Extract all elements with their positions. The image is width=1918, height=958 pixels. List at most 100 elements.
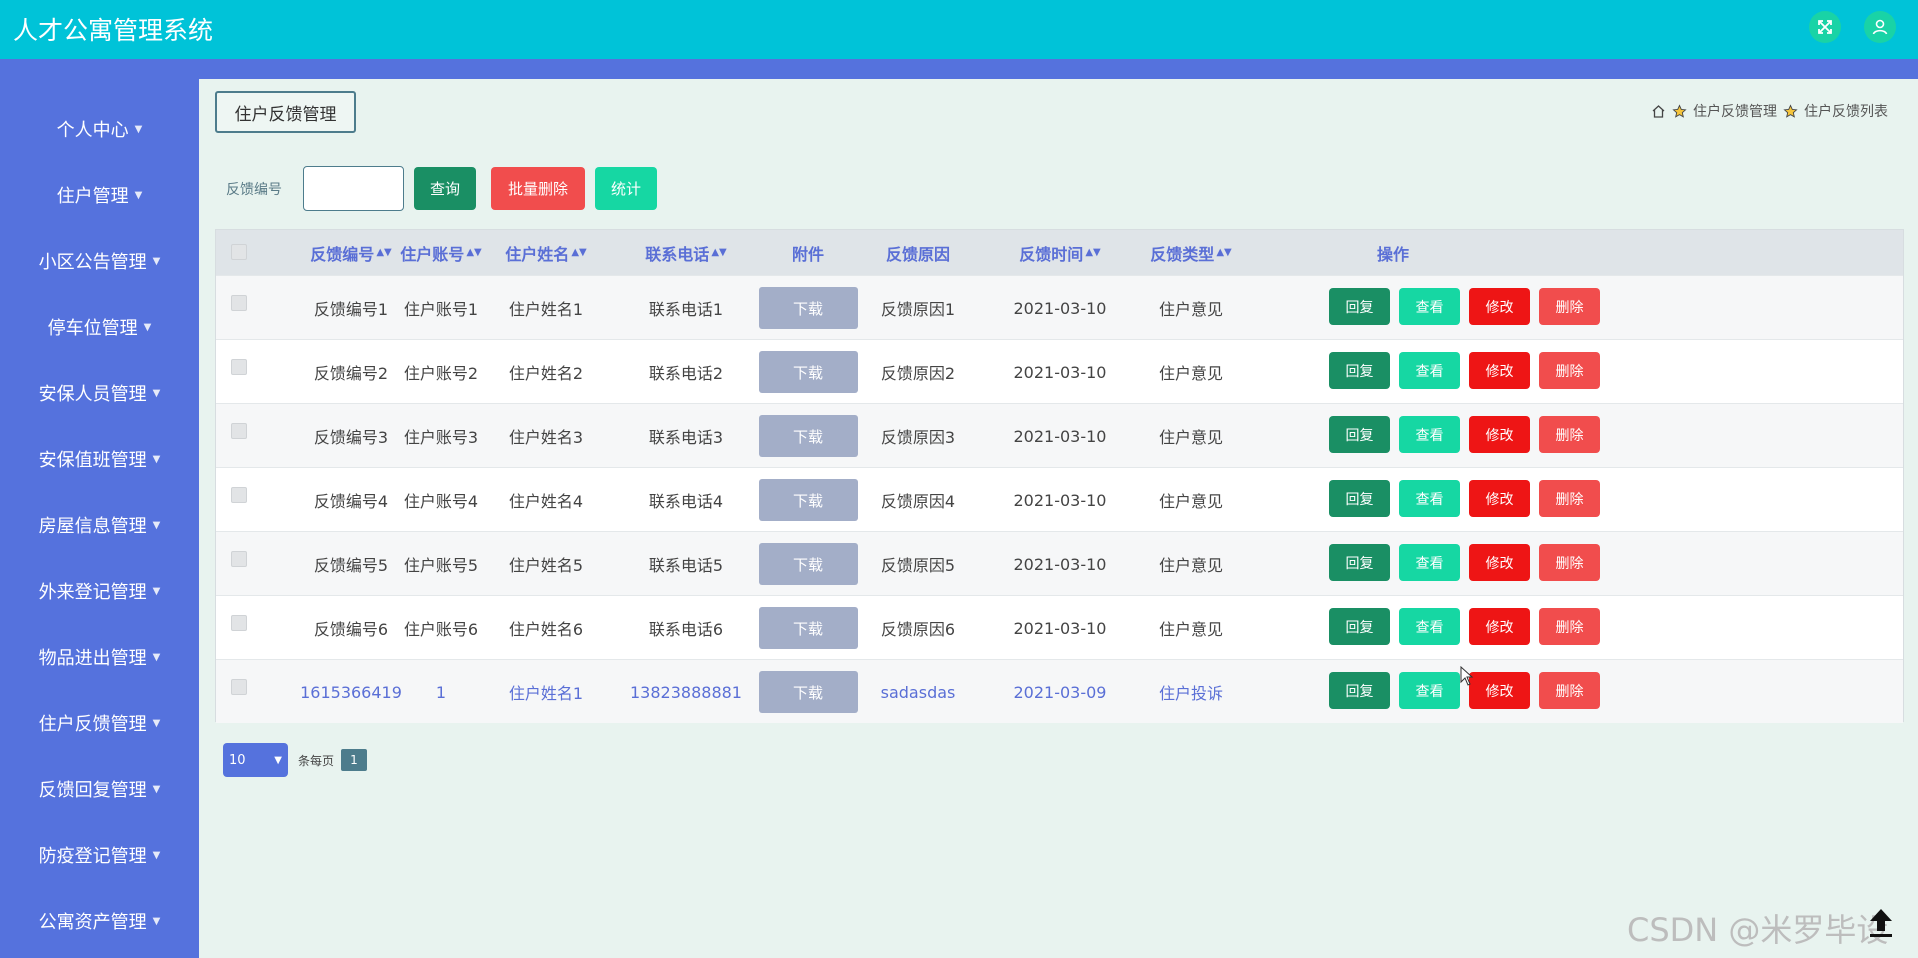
edit-button[interactable]: 修改 [1469, 608, 1530, 645]
download-button[interactable]: 下载 [758, 671, 858, 713]
header-name[interactable]: 住户姓名 ▲▼ [496, 230, 596, 275]
stats-button[interactable]: 统计 [595, 167, 657, 210]
row-checkbox[interactable] [231, 487, 247, 503]
header-account[interactable]: 住户账号 ▲▼ [391, 230, 491, 275]
row-checkbox[interactable] [231, 551, 247, 567]
view-button[interactable]: 查看 [1399, 544, 1460, 581]
sidebar-item[interactable]: 公寓资产管理 ▼ [0, 901, 199, 941]
sidebar-item[interactable]: 物品进出管理 ▼ [0, 637, 199, 677]
header-time[interactable]: 反馈时间 ▲▼ [1000, 230, 1120, 275]
header-type-label: 反馈类型 [1150, 244, 1215, 264]
breadcrumb-item-0[interactable]: 住户反馈管理 [1693, 101, 1777, 121]
view-button[interactable]: 查看 [1399, 480, 1460, 517]
sidebar-item-label: 住户管理 [56, 186, 129, 207]
view-button[interactable]: 查看 [1399, 608, 1460, 645]
sidebar-item[interactable]: 外来登记管理 ▼ [0, 571, 199, 611]
sidebar-item[interactable]: 住户反馈管理 ▼ [0, 703, 199, 743]
cell-attachment: 下载 [758, 596, 858, 660]
sidebar-item[interactable]: 防疫登记管理 ▼ [0, 835, 199, 875]
reply-button[interactable]: 回复 [1329, 288, 1390, 325]
per-page-label: 条每页 [298, 754, 335, 768]
view-button[interactable]: 查看 [1399, 352, 1460, 389]
sort-icon: ▲▼ [571, 247, 587, 258]
page-number-button[interactable]: 1 [341, 749, 367, 771]
sidebar-item-label: 个人中心 [56, 120, 129, 141]
download-button[interactable]: 下载 [758, 415, 858, 457]
cell-attachment: 下载 [758, 340, 858, 404]
view-button[interactable]: 查看 [1399, 416, 1460, 453]
cell-phone: 13823888881 [630, 682, 742, 702]
edit-button[interactable]: 修改 [1469, 544, 1530, 581]
sidebar-item[interactable]: 停车位管理 ▼ [0, 307, 199, 347]
caret-down-icon: ▼ [143, 321, 152, 333]
download-button[interactable]: 下载 [758, 287, 858, 329]
sidebar-item[interactable]: 住户管理 ▼ [0, 175, 199, 215]
select-all-checkbox[interactable] [231, 244, 247, 260]
delete-button[interactable]: 删除 [1539, 416, 1600, 453]
sidebar-item[interactable]: 个人中心 ▼ [0, 109, 199, 149]
edit-button[interactable]: 修改 [1469, 416, 1530, 453]
row-checkbox[interactable] [231, 359, 247, 375]
sidebar-item-label: 住户反馈管理 [38, 714, 147, 735]
cell-account: 住户账号1 [403, 300, 479, 319]
reply-button[interactable]: 回复 [1329, 352, 1390, 389]
sidebar-item[interactable]: 安保值班管理 ▼ [0, 439, 199, 479]
user-icon [1872, 19, 1888, 35]
reply-button[interactable]: 回复 [1329, 672, 1390, 709]
row-checkbox[interactable] [231, 423, 247, 439]
edit-button[interactable]: 修改 [1469, 480, 1530, 517]
query-button[interactable]: 查询 [414, 167, 476, 210]
delete-button[interactable]: 删除 [1539, 544, 1600, 581]
header-type[interactable]: 反馈类型 ▲▼ [1131, 230, 1251, 275]
header-time-label: 反馈时间 [1019, 244, 1084, 264]
view-button[interactable]: 查看 [1399, 288, 1460, 325]
delete-button[interactable]: 删除 [1539, 672, 1600, 709]
home-icon[interactable] [1651, 104, 1666, 119]
row-checkbox[interactable] [231, 615, 247, 631]
cell-reason: 反馈原因2 [880, 364, 956, 383]
download-button[interactable]: 下载 [758, 351, 858, 393]
sidebar-item-label: 外来登记管理 [38, 582, 147, 603]
header-phone-label: 联系电话 [645, 244, 710, 264]
delete-button[interactable]: 删除 [1539, 480, 1600, 517]
sidebar-item[interactable]: 房屋信息管理 ▼ [0, 505, 199, 545]
edit-button[interactable]: 修改 [1469, 288, 1530, 325]
delete-button[interactable]: 删除 [1539, 608, 1600, 645]
row-checkbox[interactable] [231, 679, 247, 695]
sidebar-item[interactable]: 反馈回复管理 ▼ [0, 769, 199, 809]
cell-time: 2021-03-09 [1013, 682, 1107, 702]
top-bar: 人才公寓管理系统 [0, 0, 1918, 59]
sidebar: 个人中心 ▼ 住户管理 ▼ 小区公告管理 ▼ 停车位管理 ▼ 安保人员管理 ▼ 安保值班管理 ▼ 房屋信… [0, 59, 199, 958]
reply-button[interactable]: 回复 [1329, 608, 1390, 645]
cell-type: 住户意见 [1158, 556, 1223, 575]
reply-button[interactable]: 回复 [1329, 480, 1390, 517]
cell-time: 2021-03-10 [1013, 618, 1107, 638]
reply-button[interactable]: 回复 [1329, 544, 1390, 581]
caret-down-icon: ▼ [152, 387, 161, 399]
row-checkbox[interactable] [231, 295, 247, 311]
reply-button[interactable]: 回复 [1329, 416, 1390, 453]
download-button[interactable]: 下载 [758, 607, 858, 649]
back-to-top-icon[interactable] [1862, 903, 1900, 941]
page-size-select[interactable]: 10 ▼ [223, 743, 288, 777]
delete-button[interactable]: 删除 [1539, 352, 1600, 389]
edit-button[interactable]: 修改 [1469, 672, 1530, 709]
page-tag[interactable]: 住户反馈管理 [215, 91, 356, 133]
header-ops: 操作 [1376, 244, 1409, 264]
sidebar-item[interactable]: 安保人员管理 ▼ [0, 373, 199, 413]
cell-phone: 联系电话4 [648, 492, 724, 511]
delete-button[interactable]: 删除 [1539, 288, 1600, 325]
view-button[interactable]: 查看 [1399, 672, 1460, 709]
sidebar-item[interactable]: 小区公告管理 ▼ [0, 241, 199, 281]
fullscreen-button[interactable] [1809, 11, 1841, 43]
search-input[interactable] [303, 166, 404, 211]
batch-delete-button[interactable]: 批量删除 [491, 167, 585, 210]
cell-name: 住户姓名6 [508, 620, 584, 639]
download-button[interactable]: 下载 [758, 543, 858, 585]
header-phone[interactable]: 联系电话 ▲▼ [611, 230, 761, 275]
download-button[interactable]: 下载 [758, 479, 858, 521]
user-button[interactable] [1864, 11, 1896, 43]
cell-name: 住户姓名1 [508, 684, 584, 703]
edit-button[interactable]: 修改 [1469, 352, 1530, 389]
cell-type: 住户意见 [1158, 364, 1223, 383]
